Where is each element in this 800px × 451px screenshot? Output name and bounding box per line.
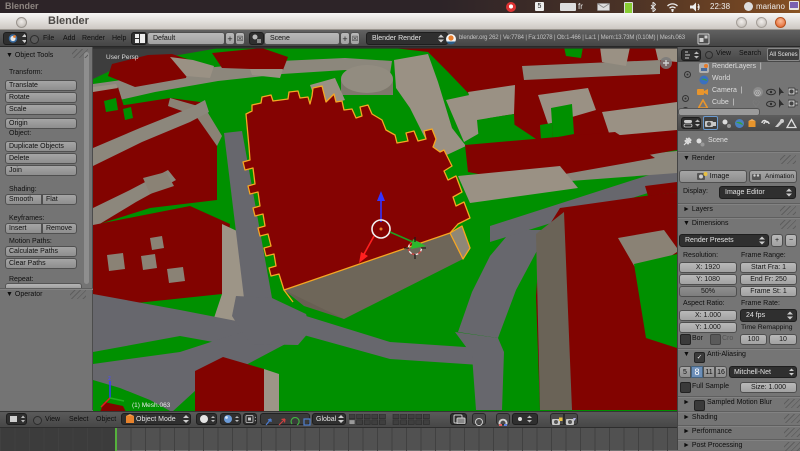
- svg-text:z: z: [108, 376, 111, 382]
- svg-text:(1) Mesh.063: (1) Mesh.063: [132, 402, 171, 409]
- svg-text:◎: ◎: [754, 88, 761, 97]
- svg-text:User Persp: User Persp: [106, 54, 139, 61]
